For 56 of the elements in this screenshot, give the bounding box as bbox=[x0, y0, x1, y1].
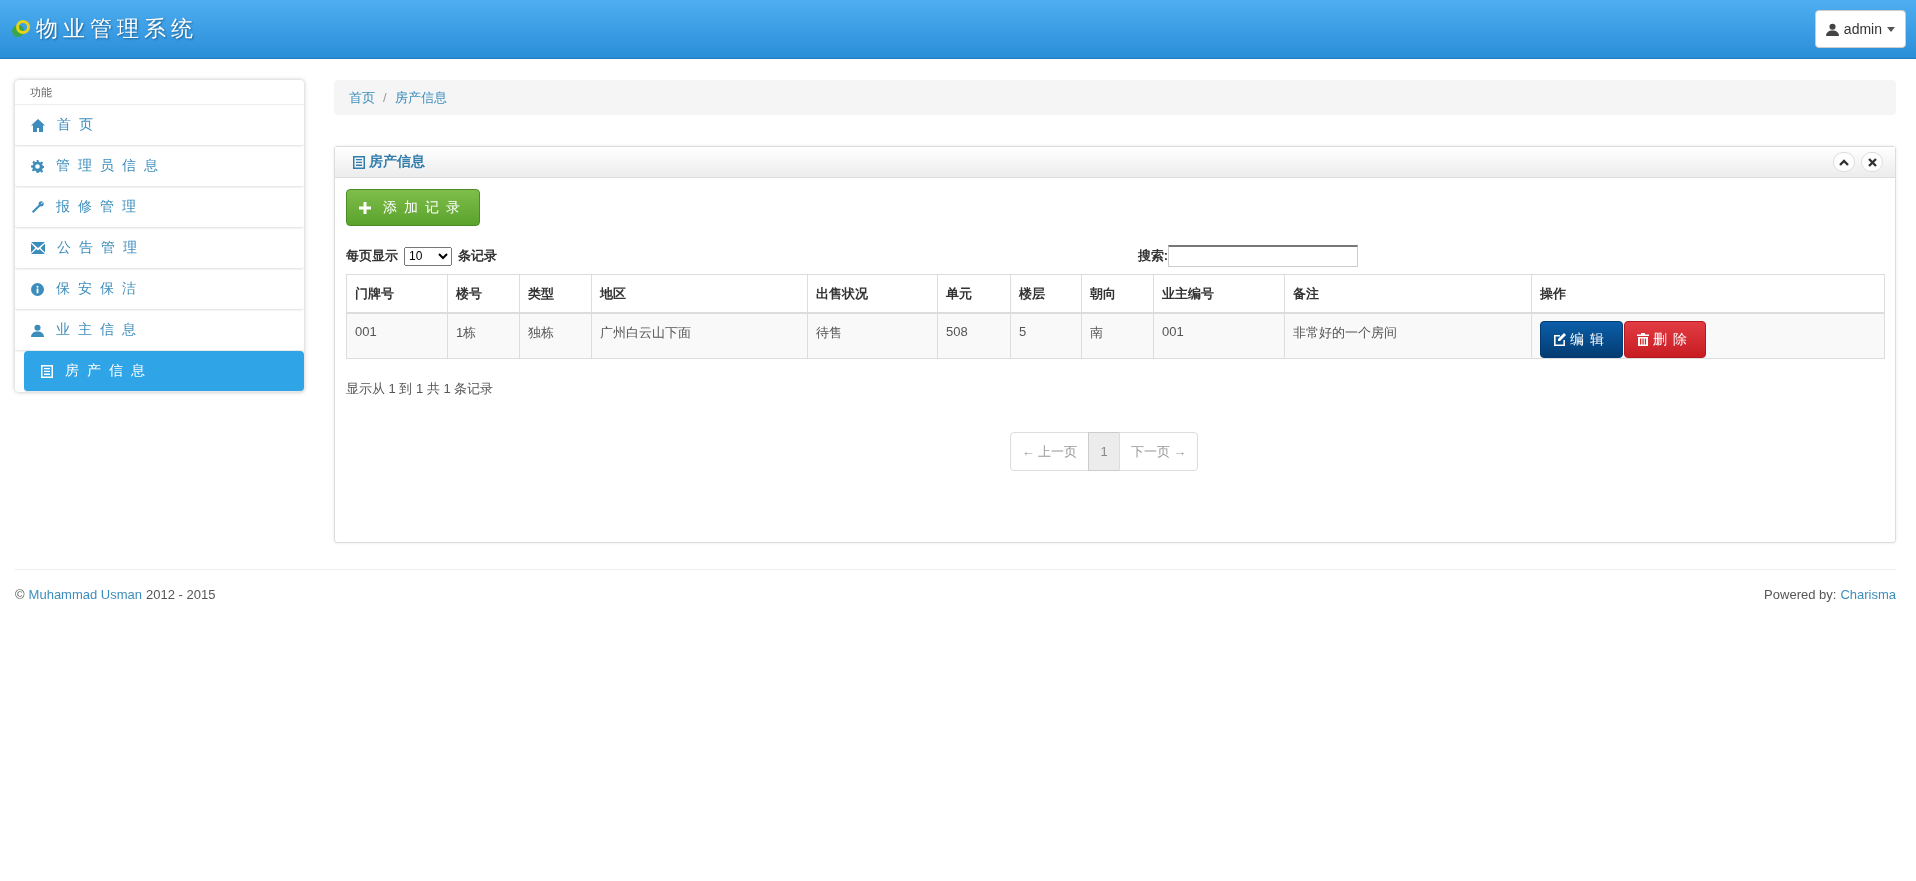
collapse-button[interactable] bbox=[1833, 152, 1855, 172]
wrench-icon bbox=[31, 200, 44, 214]
logo-icon bbox=[10, 19, 32, 39]
sidebar-item[interactable]: 保安保洁 bbox=[15, 269, 304, 310]
edit-button[interactable]: 编辑 bbox=[1540, 321, 1623, 358]
table-cell: 广州白云山下面 bbox=[591, 313, 808, 359]
trash-icon bbox=[1637, 333, 1649, 346]
plus-icon bbox=[359, 201, 371, 214]
close-icon bbox=[1867, 157, 1877, 167]
info-icon bbox=[31, 282, 44, 296]
charisma-link[interactable]: Charisma bbox=[1840, 587, 1896, 602]
panel-title: 房产信息 bbox=[369, 153, 425, 171]
table-cell: 001 bbox=[346, 313, 448, 359]
sidebar-item[interactable]: 公告管理 bbox=[15, 228, 304, 269]
breadcrumb-link[interactable]: 房产信息 bbox=[394, 88, 447, 107]
gear-icon bbox=[31, 159, 44, 173]
sidebar-heading: 功能 bbox=[15, 80, 304, 105]
table-cell: 非常好的一个房间 bbox=[1284, 313, 1532, 359]
user-icon bbox=[1825, 22, 1839, 36]
powered-by-label: Powered by: bbox=[1764, 587, 1837, 602]
list-icon bbox=[353, 155, 365, 169]
caret-icon bbox=[1887, 26, 1895, 32]
table-cell: 南 bbox=[1081, 313, 1154, 359]
user-icon bbox=[31, 323, 44, 337]
sidebar-item[interactable]: 管理员信息 bbox=[15, 146, 304, 187]
user-menu-button[interactable]: admin bbox=[1814, 10, 1906, 48]
copyright-symbol: © bbox=[15, 587, 25, 602]
page-size-select[interactable]: 10 bbox=[404, 246, 452, 266]
table-cell: 5 bbox=[1010, 313, 1082, 359]
envelope-icon bbox=[31, 242, 45, 254]
sidebar-item[interactable]: 报修管理 bbox=[15, 187, 304, 228]
author-link[interactable]: Muhammad Usman bbox=[28, 587, 143, 602]
pagination-link[interactable]: 1 bbox=[1088, 432, 1120, 471]
table-cell: 独栋 bbox=[519, 313, 592, 359]
add-record-button[interactable]: 添加记录 bbox=[346, 189, 480, 226]
chevron-up-icon bbox=[1839, 158, 1849, 166]
table-cell: 001 bbox=[1153, 313, 1285, 359]
search-field[interactable] bbox=[1168, 245, 1358, 267]
close-button[interactable] bbox=[1861, 152, 1883, 172]
breadcrumb-link[interactable]: 首页 bbox=[349, 88, 375, 107]
edit-icon bbox=[1553, 333, 1566, 346]
sidebar-item[interactable]: 房产信息 bbox=[24, 351, 304, 392]
copyright-years: 2012 - 2015 bbox=[146, 587, 216, 602]
delete-button[interactable]: 删除 bbox=[1624, 321, 1706, 358]
table-cell: 508 bbox=[937, 313, 1011, 359]
search-label: 搜索: bbox=[1137, 247, 1168, 265]
sidebar-item[interactable]: 首页 bbox=[15, 105, 304, 146]
list-icon bbox=[41, 364, 53, 378]
page-size-label: 每页显示 bbox=[346, 247, 398, 265]
home-icon bbox=[31, 118, 45, 132]
records-summary: 显示从 1 到 1 共 1 条记录 bbox=[346, 380, 495, 398]
breadcrumb-separator: / bbox=[383, 90, 387, 105]
app-title: 物业管理系统 bbox=[36, 15, 198, 43]
page-size-label: 条记录 bbox=[458, 247, 497, 265]
table-cell: 待售 bbox=[807, 313, 938, 359]
table-cell: 1栋 bbox=[447, 313, 520, 359]
